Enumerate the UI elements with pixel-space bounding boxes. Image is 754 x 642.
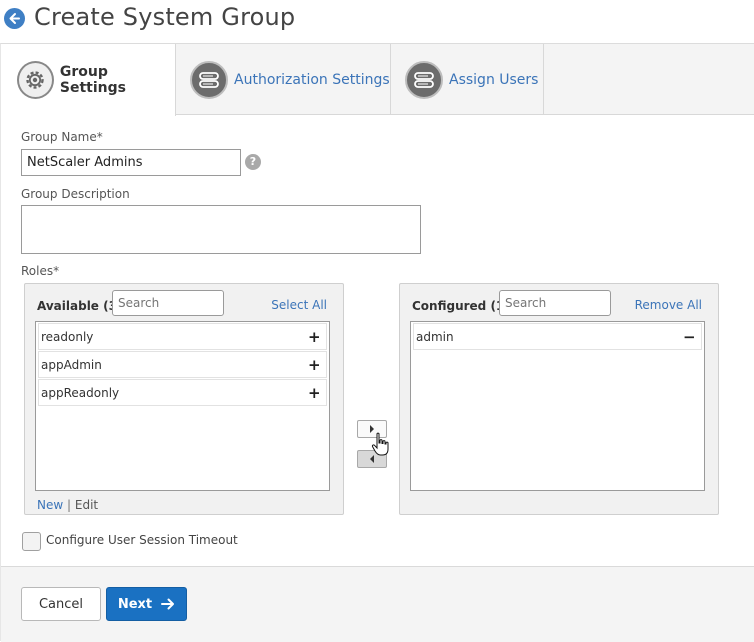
page-title: Create System Group bbox=[34, 3, 296, 31]
available-roles-box: Available (3) Select All readonly + appA… bbox=[24, 283, 344, 515]
configured-roles-list: admin − bbox=[410, 321, 705, 491]
next-button[interactable]: Next bbox=[106, 587, 187, 621]
list-item[interactable]: appReadonly + bbox=[38, 379, 327, 406]
page-header: Create System Group bbox=[0, 0, 754, 42]
footer-separator: | bbox=[67, 498, 72, 512]
role-label: appAdmin bbox=[41, 357, 102, 372]
edit-role-link[interactable]: Edit bbox=[75, 498, 98, 512]
hand-cursor-icon bbox=[371, 432, 389, 456]
arrow-right-icon bbox=[161, 598, 175, 610]
group-name-label: Group Name* bbox=[21, 130, 103, 144]
configured-title: Configured (1) bbox=[412, 299, 510, 313]
configured-roles-box: Configured (1) Remove All admin − bbox=[399, 283, 719, 515]
configured-search-input[interactable] bbox=[499, 290, 611, 316]
arrow-left-icon bbox=[9, 13, 20, 24]
group-description-label: Group Description bbox=[21, 187, 130, 201]
tab-group-settings[interactable]: Group Settings bbox=[1, 44, 176, 116]
wizard-panel: Group Settings Authorization Settings As… bbox=[0, 43, 754, 642]
remove-all-link[interactable]: Remove All bbox=[635, 298, 702, 312]
select-all-link[interactable]: Select All bbox=[271, 298, 327, 312]
tab-label: Assign Users bbox=[449, 71, 539, 88]
new-role-link[interactable]: New bbox=[37, 498, 63, 512]
gear-icon bbox=[17, 61, 54, 99]
add-icon[interactable]: + bbox=[308, 328, 321, 346]
group-settings-form: Group Name* ? Group Description Roles* A… bbox=[1, 116, 754, 566]
role-label: readonly bbox=[41, 329, 94, 344]
next-label: Next bbox=[117, 596, 153, 612]
add-icon[interactable]: + bbox=[308, 384, 321, 402]
help-icon[interactable]: ? bbox=[245, 154, 261, 170]
available-footer: New | Edit bbox=[37, 498, 98, 512]
cancel-button[interactable]: Cancel bbox=[21, 587, 101, 621]
group-description-input[interactable] bbox=[21, 205, 421, 254]
tab-assign-users[interactable]: Assign Users bbox=[391, 44, 544, 115]
available-search-input[interactable] bbox=[112, 290, 224, 316]
tab-bar: Group Settings Authorization Settings As… bbox=[1, 44, 754, 116]
tab-authorization-settings[interactable]: Authorization Settings bbox=[176, 44, 391, 115]
tab-label: Group Settings bbox=[59, 64, 126, 96]
remove-icon[interactable]: − bbox=[683, 328, 696, 346]
server-stack-icon bbox=[190, 60, 228, 99]
session-timeout-checkbox[interactable] bbox=[22, 532, 41, 551]
role-label: admin bbox=[416, 329, 454, 344]
add-icon[interactable]: + bbox=[308, 356, 321, 374]
group-name-input[interactable] bbox=[21, 149, 241, 176]
available-title: Available (3) bbox=[37, 299, 123, 313]
cancel-label: Cancel bbox=[38, 596, 84, 612]
back-button[interactable] bbox=[4, 8, 25, 29]
list-item[interactable]: appAdmin + bbox=[38, 351, 327, 378]
list-item[interactable]: readonly + bbox=[38, 323, 327, 350]
role-label: appReadonly bbox=[41, 385, 120, 400]
session-timeout-label: Configure User Session Timeout bbox=[46, 533, 238, 547]
tab-label: Authorization Settings bbox=[234, 71, 390, 88]
list-item[interactable]: admin − bbox=[413, 323, 702, 350]
server-stack-icon bbox=[405, 60, 443, 99]
roles-label: Roles* bbox=[21, 264, 60, 278]
wizard-footer: Cancel Next bbox=[1, 566, 754, 642]
available-roles-list: readonly + appAdmin + appReadonly + bbox=[35, 321, 330, 491]
